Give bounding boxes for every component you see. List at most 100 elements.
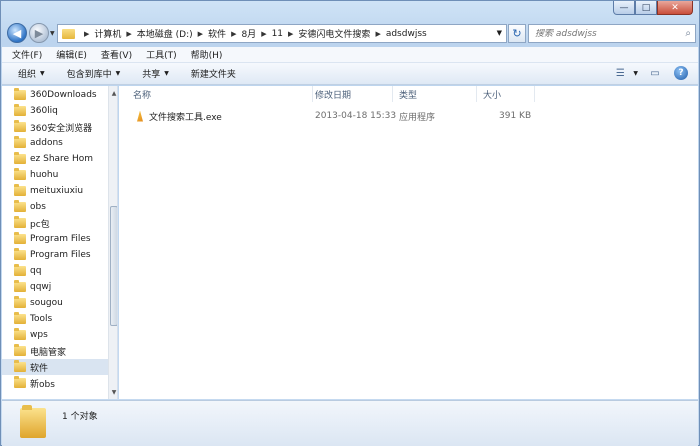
- scroll-up-icon[interactable]: ▲: [109, 88, 117, 98]
- breadcrumb-item[interactable]: 安德闪电文件搜索: [298, 27, 370, 40]
- tree-item[interactable]: 360liq: [2, 103, 108, 119]
- share-button[interactable]: 共享 ▼: [142, 67, 169, 80]
- exe-file-icon: [135, 111, 145, 122]
- folder-icon: [14, 88, 26, 100]
- back-button[interactable]: ◀: [7, 23, 27, 43]
- menu-tools[interactable]: 工具(T): [146, 48, 177, 61]
- chevron-down-icon: ▼: [115, 70, 121, 77]
- breadcrumb-separator-icon[interactable]: ▶: [288, 30, 293, 38]
- tree-item-label: 360安全浏览器: [30, 123, 93, 134]
- tree-item-label: addons: [30, 138, 63, 148]
- tree-item-label: 新obs: [30, 379, 55, 390]
- view-options-icon[interactable]: ☰: [611, 66, 629, 80]
- column-size[interactable]: 大小: [477, 86, 535, 102]
- tree-item-label: obs: [30, 202, 46, 212]
- tree-item[interactable]: 软件: [2, 359, 108, 375]
- folder-icon: [20, 405, 46, 438]
- tree-item[interactable]: 360安全浏览器: [2, 119, 108, 135]
- folder-icon: [14, 168, 26, 180]
- arrow-left-icon: ◀: [12, 26, 22, 40]
- breadcrumb-separator-icon[interactable]: ▶: [84, 30, 89, 38]
- command-bar-right: ☰ ▼ ▭ ?: [603, 66, 688, 80]
- file-type: 应用程序: [399, 112, 436, 123]
- table-row[interactable]: 文件搜索工具.exe 2013-04-18 15:33 应用程序 391 KB: [119, 108, 698, 124]
- navigation-pane: 360Downloads 360liq 360安全浏览器 addons ez Share…: [2, 86, 118, 399]
- breadcrumb-separator-icon[interactable]: ▶: [126, 30, 131, 38]
- breadcrumb-item[interactable]: 本地磁盘 (D:): [137, 27, 193, 40]
- breadcrumb-item[interactable]: 11: [272, 29, 283, 39]
- file-size: 391 KB: [499, 111, 532, 121]
- refresh-button[interactable]: ↻: [508, 24, 526, 43]
- tree-item[interactable]: 360Downloads: [2, 87, 108, 103]
- folder-icon: [14, 376, 26, 388]
- menu-file[interactable]: 文件(F): [12, 48, 42, 61]
- tree-item[interactable]: Program Files: [2, 231, 108, 247]
- new-folder-button[interactable]: 新建文件夹: [191, 67, 236, 80]
- maximize-button[interactable]: □: [635, 1, 657, 15]
- help-icon[interactable]: ?: [674, 66, 688, 80]
- menu-edit[interactable]: 编辑(E): [56, 48, 87, 61]
- tree-item-label: 电脑管家: [30, 347, 67, 358]
- breadcrumb-separator-icon[interactable]: ▶: [231, 30, 236, 38]
- explorer-window: — □ ✕ ◀ ▶ ▼ ▶ 计算机 ▶ 本地磁盘 (D:) ▶ 软件 ▶ 8月 ▶ 11 ▶ 安德闪电…: [0, 0, 700, 446]
- tree-item[interactable]: wps: [2, 327, 108, 343]
- breadcrumb-item[interactable]: adsdwjss: [386, 29, 427, 39]
- tree-item[interactable]: huohu: [2, 167, 108, 183]
- search-input[interactable]: [535, 28, 675, 39]
- tree-item[interactable]: qqwj: [2, 279, 108, 295]
- breadcrumb-item[interactable]: 8月: [241, 27, 256, 40]
- tree-item[interactable]: sougou: [2, 295, 108, 311]
- nav-scrollbar[interactable]: ▲ ▼: [108, 86, 117, 399]
- breadcrumb-item[interactable]: 软件: [208, 27, 226, 40]
- chevron-down-icon[interactable]: ▼: [633, 70, 638, 77]
- folder-icon: [62, 28, 75, 39]
- folder-icon: [14, 216, 26, 228]
- file-modified: 2013-04-18 15:33: [315, 111, 397, 121]
- menu-view[interactable]: 查看(V): [101, 48, 132, 61]
- recent-pages-dropdown[interactable]: ▼: [50, 30, 55, 37]
- file-name-cell[interactable]: 文件搜索工具.exe: [135, 108, 222, 124]
- new-folder-label: 新建文件夹: [190, 70, 236, 80]
- address-row: ◀ ▶ ▼ ▶ 计算机 ▶ 本地磁盘 (D:) ▶ 软件 ▶ 8月 ▶ 11 ▶ 安德闪电文件搜索 ▶ a…: [5, 21, 697, 47]
- address-bar[interactable]: ▶ 计算机 ▶ 本地磁盘 (D:) ▶ 软件 ▶ 8月 ▶ 11 ▶ 安德闪电文件搜索 ▶ adsdwjs…: [57, 24, 507, 43]
- tree-item[interactable]: pc包: [2, 215, 108, 231]
- organize-label: 组织: [18, 70, 37, 80]
- scroll-down-icon[interactable]: ▼: [109, 387, 117, 397]
- details-pane: 1 个对象: [2, 400, 698, 446]
- folder-icon: [14, 232, 26, 244]
- include-in-library-label: 包含到库中: [66, 70, 112, 80]
- column-modified[interactable]: 修改日期: [309, 86, 393, 102]
- close-button[interactable]: ✕: [657, 1, 693, 15]
- minimize-button[interactable]: —: [613, 1, 635, 15]
- folder-icon: [14, 280, 26, 292]
- tree-item-label: 360Downloads: [30, 90, 97, 100]
- tree-item[interactable]: obs: [2, 199, 108, 215]
- organize-button[interactable]: 组织 ▼: [18, 67, 45, 80]
- breadcrumb-item[interactable]: 计算机: [94, 27, 121, 40]
- scroll-thumb[interactable]: [110, 206, 117, 326]
- search-icon[interactable]: ⌕: [685, 28, 691, 39]
- tree-item[interactable]: 新obs: [2, 375, 108, 391]
- folder-icon: [14, 296, 26, 308]
- tree-item[interactable]: ez Share Hom: [2, 151, 108, 167]
- tree-item[interactable]: meituxiuxiu: [2, 183, 108, 199]
- column-type[interactable]: 类型: [393, 86, 477, 102]
- tree-item[interactable]: 电脑管家: [2, 343, 108, 359]
- tree-item[interactable]: Tools: [2, 311, 108, 327]
- column-name[interactable]: 名称: [127, 86, 313, 102]
- breadcrumb-separator-icon[interactable]: ▶: [375, 30, 380, 38]
- chevron-down-icon: ▼: [40, 70, 45, 77]
- menu-help[interactable]: 帮助(H): [191, 48, 223, 61]
- refresh-icon: ↻: [512, 27, 522, 40]
- chevron-down-icon[interactable]: ▼: [497, 29, 502, 37]
- tree-item[interactable]: qq: [2, 263, 108, 279]
- tree-item[interactable]: Program Files: [2, 247, 108, 263]
- breadcrumb-separator-icon[interactable]: ▶: [261, 30, 266, 38]
- preview-pane-icon[interactable]: ▭: [646, 66, 664, 80]
- search-box[interactable]: ⌕: [528, 24, 696, 43]
- include-in-library-button[interactable]: 包含到库中 ▼: [67, 67, 121, 80]
- folder-icon: [14, 328, 26, 340]
- tree-item[interactable]: addons: [2, 135, 108, 151]
- breadcrumb-separator-icon[interactable]: ▶: [198, 30, 203, 38]
- forward-button[interactable]: ▶: [29, 23, 49, 43]
